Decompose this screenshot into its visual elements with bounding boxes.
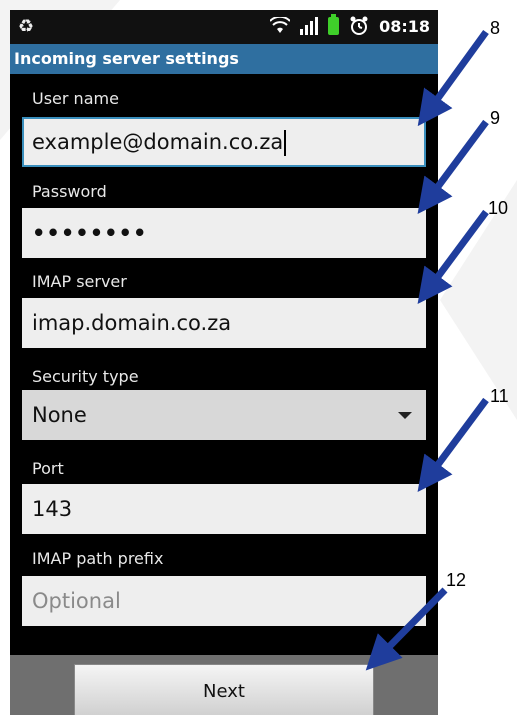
arrow-8 (417, 29, 489, 127)
annotation-label-8: 8 (490, 18, 501, 38)
arrow-10 (417, 209, 489, 305)
annotation-label-12: 12 (446, 570, 467, 590)
annotation-arrows (365, 29, 489, 671)
arrow-11 (417, 397, 489, 493)
annotation-label-10: 10 (488, 198, 509, 218)
arrow-12 (365, 587, 448, 671)
arrow-9 (417, 119, 489, 215)
annotation-label-9: 9 (490, 108, 501, 128)
annotation-label-11: 11 (490, 386, 509, 406)
